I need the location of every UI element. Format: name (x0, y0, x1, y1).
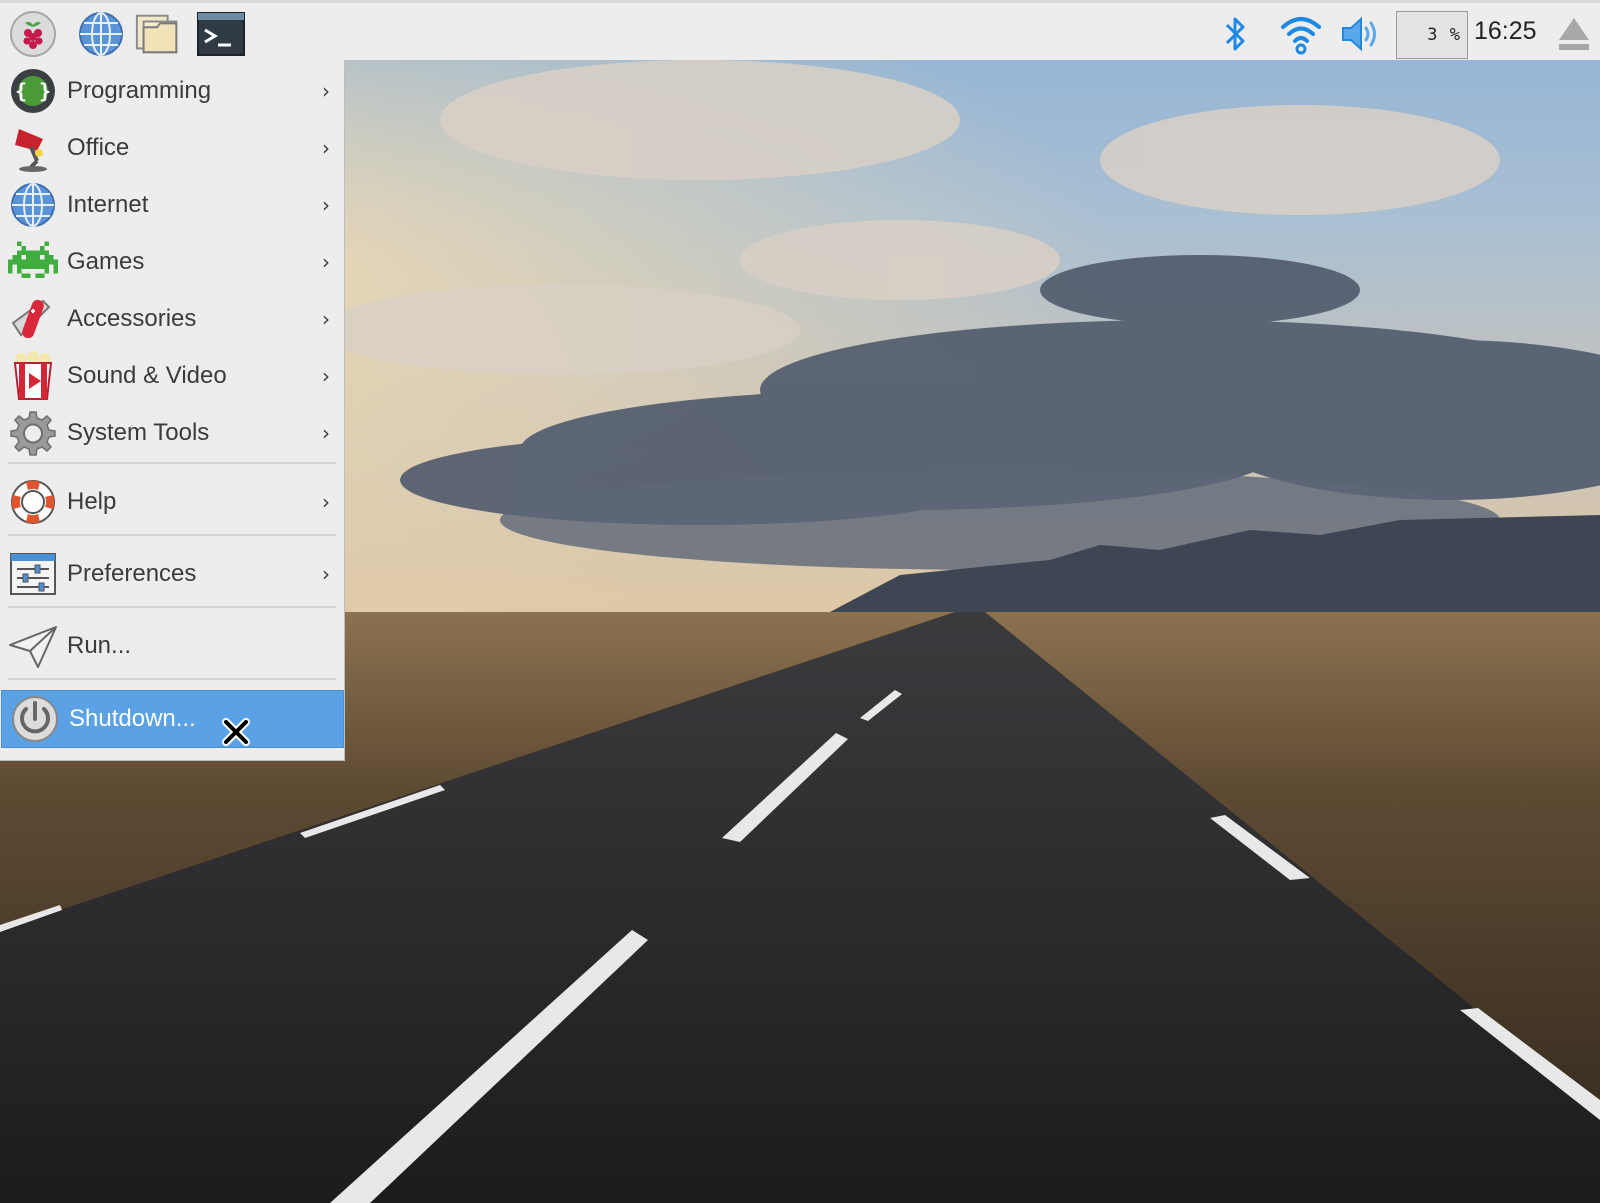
eject-icon (1559, 18, 1589, 50)
internet-icon (8, 180, 58, 230)
menu-item-label: System Tools (67, 419, 210, 446)
cpu-usage-value: 3 % (1427, 25, 1461, 45)
menu-item-accessories[interactable]: Accessories › (0, 291, 344, 347)
terminal-icon (197, 12, 245, 56)
menu-item-label: Internet (67, 191, 149, 218)
menu-item-label: Accessories (67, 305, 197, 332)
wifi-tray-button[interactable] (1276, 9, 1326, 59)
accessories-icon (8, 294, 58, 344)
menu-item-label: Help (67, 488, 117, 515)
mouse-cursor-icon (222, 718, 250, 746)
menu-separator (8, 678, 336, 680)
web-browser-icon (79, 12, 123, 56)
web-browser-launcher[interactable] (76, 9, 126, 59)
menu-separator (8, 462, 336, 464)
cpu-usage-monitor[interactable]: 3 % (1396, 11, 1468, 59)
menu-item-help[interactable]: Help › (0, 474, 344, 530)
menu-item-label: Games (67, 248, 145, 275)
top-panel: 3 % 16:25 (0, 0, 1600, 60)
volume-tray-button[interactable] (1338, 9, 1384, 59)
raspberry-menu-button[interactable] (8, 9, 58, 59)
menu-item-games[interactable]: Games › (0, 234, 344, 290)
menu-item-shutdown[interactable]: Shutdown... (1, 690, 344, 748)
run-icon (8, 621, 58, 671)
office-icon (8, 123, 58, 173)
games-icon (8, 237, 58, 287)
preferences-icon (8, 549, 58, 599)
menu-item-run[interactable]: Run... (0, 618, 344, 674)
wifi-icon (1281, 17, 1321, 55)
terminal-launcher[interactable] (196, 9, 246, 59)
clock[interactable]: 16:25 (1474, 17, 1537, 46)
menu-item-sound-video[interactable]: Sound & Video › (0, 348, 344, 404)
submenu-arrow: › (322, 562, 330, 586)
submenu-arrow: › (322, 250, 330, 274)
volume-icon (1342, 16, 1376, 52)
menu-item-label: Sound & Video (67, 362, 227, 389)
menu-item-programming[interactable]: { } Programming › (0, 63, 344, 119)
help-icon (8, 477, 58, 527)
submenu-arrow: › (322, 307, 330, 331)
sound-video-icon (8, 351, 58, 401)
file-manager-launcher[interactable] (134, 9, 184, 59)
menu-separator (8, 606, 336, 608)
bluetooth-icon (1225, 17, 1245, 51)
menu-item-label: Shutdown... (69, 705, 196, 732)
submenu-arrow: › (322, 79, 330, 103)
programming-icon: { } (8, 66, 58, 116)
menu-item-internet[interactable]: Internet › (0, 177, 344, 233)
svg-text:{ }: { } (15, 79, 51, 103)
system-tools-icon (8, 408, 58, 458)
eject-tray-button[interactable] (1554, 9, 1594, 59)
menu-item-label: Programming (67, 77, 212, 104)
submenu-arrow: › (322, 490, 330, 514)
raspberry-menu-icon (10, 11, 56, 57)
file-manager-icon (135, 14, 178, 54)
applications-menu: { } Programming › Office › Internet › Ga… (0, 60, 345, 761)
submenu-arrow: › (322, 364, 330, 388)
menu-item-label: Preferences (67, 560, 197, 587)
menu-item-system-tools[interactable]: System Tools › (0, 405, 344, 461)
submenu-arrow: › (322, 193, 330, 217)
menu-item-label: Office (67, 134, 130, 161)
menu-item-label: Run... (67, 632, 132, 659)
menu-item-office[interactable]: Office › (0, 120, 344, 176)
submenu-arrow: › (322, 136, 330, 160)
menu-separator (8, 534, 336, 536)
shutdown-icon (10, 694, 60, 744)
bluetooth-tray-button[interactable] (1218, 9, 1254, 59)
menu-item-preferences[interactable]: Preferences › (0, 546, 344, 602)
submenu-arrow: › (322, 421, 330, 445)
